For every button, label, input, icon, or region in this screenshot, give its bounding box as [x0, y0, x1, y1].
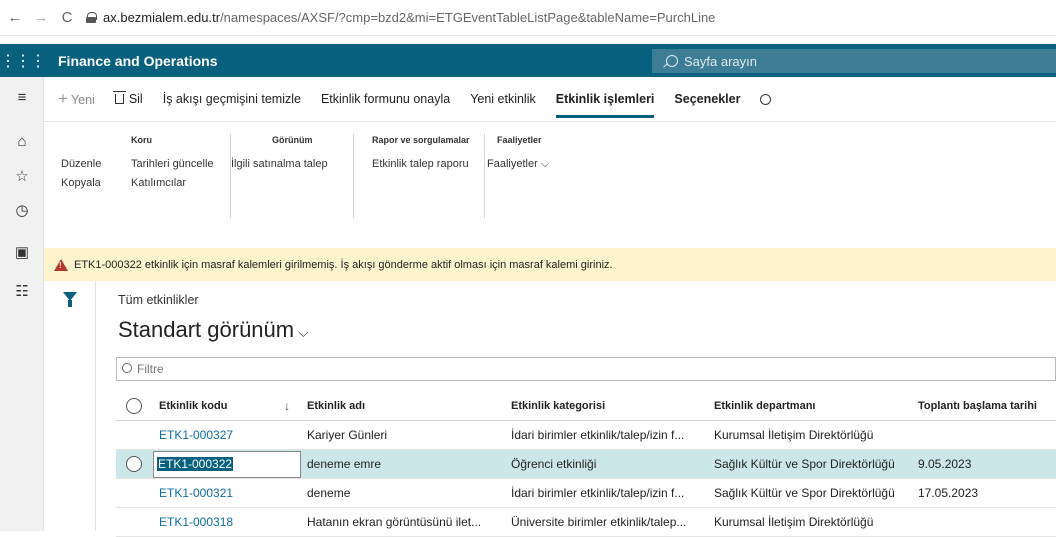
update-dates-button[interactable]: Tarihleri güncelle [131, 158, 214, 170]
group-title-view: Görünüm [272, 135, 313, 145]
table-row[interactable]: ETK1-000318 Hatanın ekran görüntüsünü il… [116, 508, 1056, 537]
breadcrumb: Tüm etkinlikler [118, 293, 199, 307]
filter-funnel-icon[interactable] [63, 292, 77, 307]
event-category: İdari birimler etkinlik/talep/izin f... [511, 486, 685, 500]
warning-icon [54, 258, 68, 271]
column-header-start-date[interactable]: Toplantı başlama tarihi [918, 400, 1037, 412]
home-icon[interactable]: ⌂ [0, 133, 44, 150]
filter-placeholder: Filtre [137, 362, 164, 376]
activities-dropdown[interactable]: Faaliyetler ⌵ [487, 158, 549, 171]
forward-arrow-icon[interactable]: → [30, 9, 52, 26]
list-icon[interactable]: ☷ [0, 282, 44, 300]
clear-history-button[interactable]: İş akışı geçmişini temizle [163, 92, 301, 106]
event-category: İdari birimler etkinlik/talep/izin f... [511, 428, 685, 442]
url-path: /namespaces/AXSF/?cmp=bzd2&mi=ETGEventTa… [220, 10, 716, 25]
app-title[interactable]: Finance and Operations [58, 53, 217, 69]
new-label: Yeni [70, 93, 95, 107]
page-title: Standart görünüm [118, 317, 295, 342]
star-icon[interactable]: ☆ [0, 167, 44, 185]
event-name: deneme [307, 486, 351, 500]
address-bar[interactable]: ax.bezmialem.edu.tr/namespaces/AXSF/?cmp… [86, 10, 715, 25]
workspace-icon[interactable]: ▣ [0, 243, 44, 261]
reload-icon[interactable]: C [56, 9, 78, 26]
event-department: Kurumsal İletişim Direktörlüğü [714, 515, 874, 529]
event-code-link[interactable]: ETK1-000327 [159, 428, 233, 442]
table-row-selected[interactable]: ETK1-000322 deneme emre Öğrenci etkinliğ… [116, 450, 1056, 479]
app-header: ⋮⋮⋮ Finance and Operations Sayfa arayın [0, 44, 1056, 77]
divider [484, 134, 485, 218]
ribbon-panel: Düzenle Kopyala Koru Tarihleri güncelle … [44, 122, 1056, 248]
event-category: Öğrenci etkinliği [511, 457, 597, 471]
divider [230, 134, 231, 218]
new-button[interactable]: + Yeni [58, 89, 95, 109]
page-search-input[interactable]: Sayfa arayın [652, 49, 1056, 73]
edit-button[interactable]: Düzenle [61, 158, 101, 170]
start-date: 9.05.2023 [918, 457, 972, 471]
group-title-activities: Faaliyetler [497, 135, 542, 145]
column-header-department[interactable]: Etkinlik departmanı [714, 400, 815, 412]
back-arrow-icon[interactable]: ← [4, 9, 26, 26]
event-request-report-button[interactable]: Etkinlik talep raporu [372, 158, 469, 170]
table-row[interactable]: ETK1-000327 Kariyer Günleri İdari biriml… [116, 421, 1056, 450]
event-department: Sağlık Kültür ve Spor Direktörlüğü [714, 486, 895, 500]
event-name: Hatanın ekran görüntüsünü ilet... [307, 515, 482, 529]
delete-button[interactable]: Sil [112, 91, 143, 106]
app-launcher-icon[interactable]: ⋮⋮⋮ [0, 51, 46, 71]
column-header-name[interactable]: Etkinlik adı [307, 400, 365, 412]
event-name: deneme emre [307, 457, 382, 471]
event-category: Üniversite birimler etkinlik/talep... [511, 515, 687, 529]
event-department: Sağlık Kültür ve Spor Direktörlüğü [714, 457, 895, 471]
search-icon [122, 363, 132, 373]
related-purchase-button[interactable]: İlgili satınalma talep [231, 158, 328, 170]
event-code-link[interactable]: ETK1-000318 [159, 515, 233, 529]
divider [353, 134, 354, 218]
new-event-button[interactable]: Yeni etkinlik [470, 92, 536, 106]
select-all-radio[interactable] [126, 398, 142, 414]
filter-pane [44, 281, 96, 531]
row-select-radio[interactable] [126, 456, 142, 472]
sort-descending-icon[interactable]: ↓ [284, 399, 290, 413]
lock-icon [86, 12, 97, 23]
event-code-selected-text: ETK1-000322 [157, 457, 234, 471]
event-name: Kariyer Günleri [307, 428, 388, 442]
quick-filter-input[interactable]: Filtre [116, 357, 1056, 381]
plus-icon: + [58, 89, 68, 108]
events-grid: Etkinlik kodu ↓ Etkinlik adı Etkinlik ka… [116, 392, 1056, 537]
event-code-link[interactable]: ETK1-000321 [159, 486, 233, 500]
start-date: 17.05.2023 [918, 486, 979, 500]
trash-icon [112, 91, 126, 104]
group-title-reports: Rapor ve sorgulamalar [372, 135, 470, 145]
chevron-down-icon: ⌵ [294, 324, 309, 340]
column-header-category[interactable]: Etkinlik kategorisi [511, 400, 605, 412]
grid-header-row: Etkinlik kodu ↓ Etkinlik adı Etkinlik ka… [116, 392, 1056, 421]
clock-icon[interactable]: ◷ [0, 201, 44, 219]
tab-event-operations[interactable]: Etkinlik işlemleri [555, 92, 654, 118]
confirm-form-button[interactable]: Etkinlik formunu onayla [321, 92, 450, 106]
event-department: Kurumsal İletişim Direktörlüğü [714, 428, 874, 442]
copy-button[interactable]: Kopyala [61, 177, 101, 189]
warning-message-bar: ETK1-000322 etkinlik için masraf kalemle… [44, 248, 1056, 281]
hamburger-icon[interactable]: ≡ [0, 89, 44, 106]
browser-toolbar: ← → C ax.bezmialem.edu.tr/namespaces/AXS… [0, 0, 1056, 36]
delete-label: Sil [128, 92, 143, 106]
group-title-koru: Koru [131, 135, 152, 145]
view-selector[interactable]: Standart görünüm ⌵ [118, 317, 309, 343]
url-host: ax.bezmialem.edu.tr [103, 10, 221, 25]
warning-text: ETK1-000322 etkinlik için masraf kalemle… [74, 258, 613, 271]
participants-button[interactable]: Katılımcılar [131, 177, 186, 189]
activities-label: Faaliyetler [487, 158, 538, 170]
search-placeholder: Sayfa arayın [684, 53, 757, 69]
left-navigation: ≡ ⌂ ☆ ◷ ▣ ☷ [0, 77, 44, 531]
event-code-field[interactable]: ETK1-000322 [153, 451, 301, 478]
action-pane: + Yeni Sil İş akışı geçmişini temizle Etk… [44, 77, 1056, 122]
chevron-down-icon: ⌵ [540, 158, 550, 170]
column-header-code[interactable]: Etkinlik kodu [159, 400, 227, 412]
options-button[interactable]: Seçenekler [674, 92, 740, 106]
table-row[interactable]: ETK1-000321 deneme İdari birimler etkinl… [116, 479, 1056, 508]
search-icon [666, 55, 678, 67]
search-actions-icon[interactable] [760, 93, 772, 105]
